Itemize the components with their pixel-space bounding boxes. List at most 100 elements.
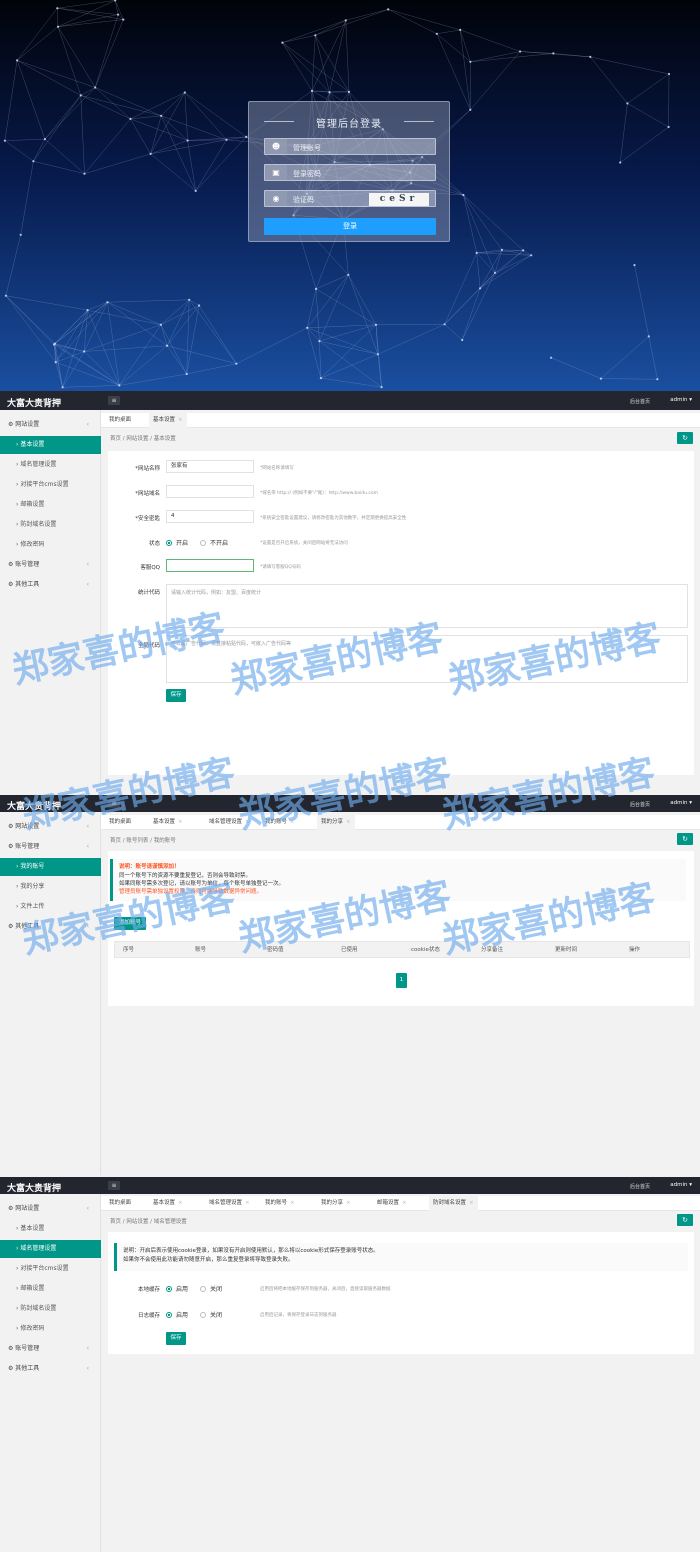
local-cache-hint: 启用后将把本地缓存保存到服务器，关闭后，直接读取服务器数据 [260,1287,391,1292]
tab[interactable]: 基本设置 × [149,815,187,830]
local-cache-off-radio[interactable]: 关闭 [200,1284,222,1293]
tab[interactable]: 域名管理设置 × [205,1196,254,1211]
state-off-radio[interactable]: 不开启 [200,538,228,547]
close-icon[interactable]: × [178,417,183,423]
menu-toggle-icon[interactable]: ≡ [108,799,120,808]
page-1-button[interactable]: 1 [396,973,407,988]
tab[interactable]: 我的桌面 [105,413,135,428]
sidebar-item[interactable]: › 域名管理设置 [0,1240,101,1258]
menu-toggle-icon[interactable]: ≡ [108,1181,120,1190]
tab[interactable]: 基本设置 × [149,1196,187,1211]
sidebar-item[interactable]: › 防封域名设置 [0,1300,101,1318]
radio-unchecked-icon [200,540,206,546]
top-home-link[interactable]: 后台首页 [630,1183,650,1190]
sidebar-item[interactable]: › 文件上传 [0,898,101,916]
refresh-icon[interactable]: ↻ [677,833,693,845]
log-cache-off-radio[interactable]: 关闭 [200,1310,222,1319]
key-input[interactable]: 4 [166,510,254,523]
password-field[interactable]: ▣ 登录密码 [264,164,436,181]
refresh-icon[interactable]: ↻ [677,432,693,444]
admin-menu[interactable]: admin ▾ [670,397,692,403]
tab-label: 我的桌面 [109,417,132,423]
tab[interactable]: 我的账号 × [261,815,299,830]
site-url-input[interactable] [166,485,254,498]
column-header: 账号 [195,947,207,953]
refresh-icon[interactable]: ↻ [677,1214,693,1226]
admin-menu[interactable]: admin ▾ [670,1182,692,1188]
notice-line-2: 如果你不会使用此功能请勿随意开启，那么重复登录将导致登录失败。 [123,1257,294,1263]
tab[interactable]: 我的分享 × [317,1196,355,1211]
close-icon[interactable]: × [178,819,183,825]
sidebar-item[interactable]: ⚙ 其他工具 ‹ [0,576,101,594]
close-icon[interactable]: × [469,1200,474,1206]
sidebar-item[interactable]: › 防封域名设置 [0,516,101,534]
sidebar-item[interactable]: ⚙ 网站设置 ‹ [0,1200,101,1218]
admin-menu[interactable]: admin ▾ [670,800,692,806]
captcha-placeholder: 验证码 [293,196,314,204]
close-icon[interactable]: × [290,819,295,825]
sidebar-item-label: 防封域名设置 [20,521,57,528]
sidebar-item[interactable]: › 修改密码 [0,1320,101,1338]
close-icon[interactable]: × [290,1200,295,1206]
qq-input[interactable] [166,559,254,572]
sidebar-item[interactable]: ⚙ 其他工具 ‹ [0,918,101,936]
login-box: 管理后台登录 ☻ 管理账号 ▣ 登录密码 ◉ 验证码 ceSr 登录 [248,101,450,242]
site-name-input[interactable]: 张家有 [166,460,254,473]
close-icon[interactable]: × [178,1200,183,1206]
sidebar-item[interactable]: › 邮箱设置 [0,1280,101,1298]
notice-line-1: 说明：账号请谨慎添加！ [119,864,180,870]
sidebar-item[interactable]: ⚙ 网站设置 ‹ [0,818,101,836]
top-home-link[interactable]: 后台首页 [630,398,650,405]
save-button[interactable]: 保存 [166,689,186,702]
stat-textarea[interactable]: 请输入统计代码，例如：友盟、百度统计 [166,584,688,628]
chevron-icon: ‹ [86,581,89,588]
add-account-button[interactable]: 添加账号 [114,917,146,930]
tab[interactable]: 我的分享 × [317,815,355,830]
save-button[interactable]: 保存 [166,1332,186,1345]
close-icon[interactable]: × [402,1200,407,1206]
sidebar-item[interactable]: › 基本设置 [0,1220,101,1238]
captcha-field[interactable]: ◉ 验证码 ceSr [264,190,436,207]
state-on-radio[interactable]: 开启 [166,538,188,547]
sidebar-item[interactable]: › 对接平台cms设置 [0,1260,101,1278]
tab[interactable]: 我的账号 × [261,1196,299,1211]
tab-label: 防封域名设置 [433,1200,467,1206]
login-button[interactable]: 登录 [264,218,436,235]
sidebar-item[interactable]: ⚙ 其他工具 ‹ [0,1360,101,1378]
sidebar-item[interactable]: › 基本设置 [0,436,101,454]
sidebar-item[interactable]: ⚙ 账号管理 ‹ [0,1340,101,1358]
close-icon[interactable]: × [245,819,250,825]
sidebar-item-label: 基本设置 [20,441,45,448]
tab-label: 我的桌面 [109,1200,132,1206]
local-cache-on-radio[interactable]: 启用 [166,1284,188,1293]
ad-textarea[interactable]: 可以是广告代码，请直接粘贴代码，可嵌入广告代码等 [166,635,688,683]
tab[interactable]: 基本设置 × [149,413,187,428]
user-icon: ☻ [265,139,287,154]
tab[interactable]: 防封域名设置 × [429,1196,478,1211]
sidebar-item[interactable]: › 邮箱设置 [0,496,101,514]
sidebar-item[interactable]: ⚙ 网站设置 ‹ [0,416,101,434]
tab[interactable]: 我的桌面 [105,1196,135,1211]
sidebar-item-label: 账号管理 [15,843,40,850]
sidebar-item[interactable]: › 对接平台cms设置 [0,476,101,494]
tab[interactable]: 我的桌面 [105,815,135,830]
top-home-link[interactable]: 后台首页 [630,801,650,808]
sidebar-item[interactable]: › 我的账号 [0,858,101,876]
close-icon[interactable]: × [346,1200,351,1206]
tab[interactable]: 邮箱设置 × [373,1196,411,1211]
sidebar-item[interactable]: › 修改密码 [0,536,101,554]
sidebar-item[interactable]: › 域名管理设置 [0,456,101,474]
tab[interactable]: 域名管理设置 × [205,815,254,830]
close-icon[interactable]: × [346,819,351,825]
captcha-image[interactable]: ceSr [369,193,429,206]
stat-label: 统计代码 [137,590,160,596]
sidebar-item[interactable]: › 我的分享 [0,878,101,896]
local-cache-on-label: 启用 [176,1286,189,1293]
menu-toggle-icon[interactable]: ≡ [108,396,120,405]
username-field[interactable]: ☻ 管理账号 [264,138,436,155]
sidebar-item[interactable]: ⚙ 账号管理 ‹ [0,838,101,856]
tab-label: 我的账号 [265,1200,288,1206]
sidebar-item[interactable]: ⚙ 账号管理 ‹ [0,556,101,574]
log-cache-on-radio[interactable]: 启用 [166,1310,188,1319]
close-icon[interactable]: × [245,1200,250,1206]
